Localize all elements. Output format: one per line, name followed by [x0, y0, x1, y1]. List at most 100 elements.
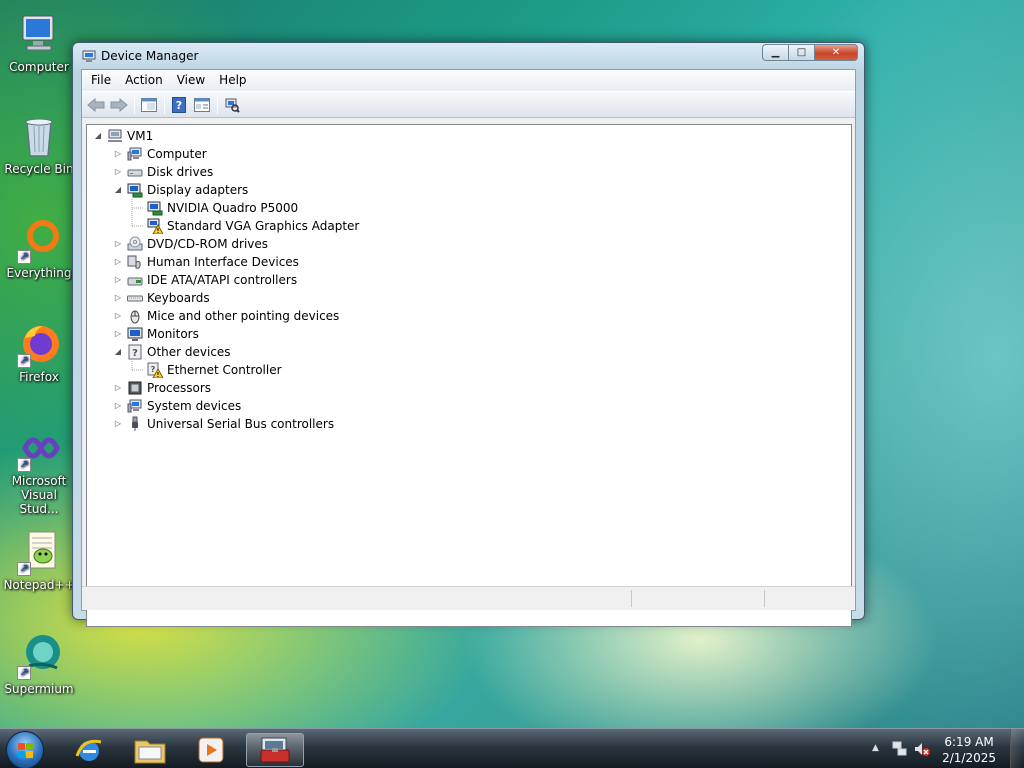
processor-icon [127, 380, 143, 396]
maximize-button[interactable]: □ [788, 44, 814, 61]
desktop-icon-everything[interactable]: ↗ Everything [0, 216, 78, 280]
tree-node-processors[interactable]: ▷ Processors [113, 379, 211, 397]
expand-toggle-icon[interactable]: ▷ [113, 257, 123, 267]
expand-toggle-icon[interactable]: ▷ [113, 239, 123, 249]
expand-toggle-icon[interactable]: ▷ [113, 383, 123, 393]
tree-node-monitors[interactable]: ▷ Monitors [113, 325, 199, 343]
display-adapter-icon [127, 182, 143, 198]
collapse-toggle-icon[interactable]: ◢ [113, 347, 123, 357]
tree-node-other-devices[interactable]: ◢ ? Other devices [113, 343, 231, 361]
svg-text:?: ? [132, 348, 138, 359]
expand-toggle-icon[interactable]: ▷ [113, 329, 123, 339]
monitor-icon [127, 326, 143, 342]
desktop-icon-computer[interactable]: Computer [0, 10, 78, 74]
volume-muted-icon[interactable] [914, 741, 930, 760]
title-bar[interactable]: Device Manager ▁ □ ✕ [73, 43, 864, 69]
tree-node-mice-and-other-pointing-devices[interactable]: ▷ Mice and other pointing devices [113, 307, 339, 325]
taskbar-device-manager[interactable] [246, 733, 304, 767]
desktop-icon-label: Recycle Bin [4, 162, 74, 176]
help-button[interactable]: ? [168, 95, 190, 115]
menu-bar: File Action View Help [82, 70, 855, 91]
tree-node-nvidia-quadro-p5000[interactable]: NVIDIA Quadro P5000 [147, 199, 298, 217]
svg-text:?: ? [176, 99, 182, 112]
shortcut-arrow-icon: ↗ [17, 458, 31, 472]
back-button[interactable] [85, 95, 107, 115]
tree-node-label: Display adapters [147, 183, 249, 197]
tree-node-universal-serial-bus-controllers[interactable]: ▷ Universal Serial Bus controllers [113, 415, 334, 433]
expand-toggle-icon[interactable]: ▷ [113, 167, 123, 177]
shortcut-arrow-icon: ↗ [17, 354, 31, 368]
tree-node-label: Mice and other pointing devices [147, 309, 340, 323]
show-hidden-icons-icon[interactable]: ▲ [872, 743, 879, 753]
internet-explorer-icon [75, 739, 102, 761]
shortcut-arrow-icon: ↗ [17, 250, 31, 264]
device-manager-window: Device Manager ▁ □ ✕ File Action View He… [72, 42, 865, 627]
show-hide-console-tree-button[interactable] [138, 95, 160, 115]
disk-drive-icon [127, 164, 143, 180]
tree-node-human-interface-devices[interactable]: ▷ Human Interface Devices [113, 253, 299, 271]
tree-node-standard-vga-graphics-adapter[interactable]: Standard VGA Graphics Adapter [147, 217, 359, 235]
windows-logo-icon [18, 743, 33, 758]
expand-toggle-icon[interactable]: ▷ [113, 419, 123, 429]
forward-button[interactable] [108, 95, 130, 115]
expand-toggle-icon[interactable]: ▷ [113, 293, 123, 303]
tree-node-label: DVD/CD-ROM drives [147, 237, 269, 251]
minimize-button[interactable]: ▁ [762, 44, 788, 61]
scan-hardware-button[interactable] [221, 95, 243, 115]
desktop-icon-supermium[interactable]: ↗ Supermium [0, 632, 78, 696]
menu-view[interactable]: View [170, 70, 212, 91]
expand-toggle-icon[interactable]: ▷ [113, 311, 123, 321]
expand-toggle-icon[interactable]: ▷ [113, 275, 123, 285]
clock[interactable]: 6:19 AM 2/1/2025 [942, 734, 996, 766]
tree-node-root[interactable]: ◢ VM1 [93, 127, 153, 145]
menu-action[interactable]: Action [118, 70, 170, 91]
collapse-toggle-icon[interactable]: ◢ [113, 185, 123, 195]
notepad-plus-plus-icon: ↗ [15, 528, 63, 576]
network-icon[interactable] [892, 741, 908, 760]
status-bar-cell [631, 590, 763, 607]
toolbar-separator [217, 95, 218, 114]
window-title: Device Manager [101, 49, 199, 63]
tree-node-ethernet-controller[interactable]: ? Ethernet Controller [147, 361, 282, 379]
properties-button[interactable] [191, 95, 213, 115]
desktop-icon-firefox[interactable]: ↗ Firefox [0, 320, 78, 384]
desktop-icon-notepad-plus-plus[interactable]: ↗ Notepad++ [0, 528, 78, 592]
tree-node-label: Ethernet Controller [167, 363, 282, 377]
collapse-toggle-icon[interactable]: ◢ [93, 131, 103, 141]
tree-node-dvd-cd-rom-drives[interactable]: ▷ DVD/CD-ROM drives [113, 235, 268, 253]
taskbar-internet-explorer[interactable] [70, 733, 108, 767]
windows-explorer-icon [134, 740, 166, 764]
usb-icon [127, 416, 143, 432]
tree-node-display-adapters[interactable]: ◢ Display adapters [113, 181, 248, 199]
close-button[interactable]: ✕ [814, 44, 858, 61]
clock-date: 2/1/2025 [942, 751, 996, 765]
desktop-icon-visual-studio[interactable]: ↗ Microsoft Visual Stud... [0, 424, 78, 516]
desktop-icon-recycle-bin[interactable]: Recycle Bin [0, 112, 78, 176]
taskbar-windows-explorer[interactable] [131, 733, 169, 767]
tree-node-label: Disk drives [147, 165, 214, 179]
firefox-icon: ↗ [15, 320, 63, 368]
start-button[interactable] [6, 731, 44, 768]
tree-node-label: Processors [147, 381, 212, 395]
toolbar-separator [164, 95, 165, 114]
tree-node-system-devices[interactable]: ▷ System devices [113, 397, 241, 415]
tree-node-keyboards[interactable]: ▷ Keyboards [113, 289, 210, 307]
taskbar-media-player[interactable] [192, 733, 230, 767]
tree-node-label: Universal Serial Bus controllers [147, 417, 335, 431]
tree-node-ide-ata-atapi-controllers[interactable]: ▷ IDE ATA/ATAPI controllers [113, 271, 297, 289]
computer-network-icon [107, 128, 123, 144]
status-bar-cell [764, 590, 852, 607]
device-tree[interactable]: ◢ VM1 ▷ Computer ▷ Disk drives ◢ Display… [86, 124, 852, 627]
tree-node-disk-drives[interactable]: ▷ Disk drives [113, 163, 213, 181]
tree-node-computer[interactable]: ▷ Computer [113, 145, 207, 163]
desktop-icon-label: Firefox [19, 370, 59, 384]
status-bar [82, 586, 855, 610]
expand-toggle-icon[interactable]: ▷ [113, 149, 123, 159]
menu-help[interactable]: Help [212, 70, 253, 91]
ide-controller-icon [127, 272, 143, 288]
shortcut-arrow-icon: ↗ [17, 666, 31, 680]
hid-icon [127, 254, 143, 270]
menu-file[interactable]: File [84, 70, 118, 91]
show-desktop-button[interactable] [1010, 729, 1024, 768]
expand-toggle-icon[interactable]: ▷ [113, 401, 123, 411]
